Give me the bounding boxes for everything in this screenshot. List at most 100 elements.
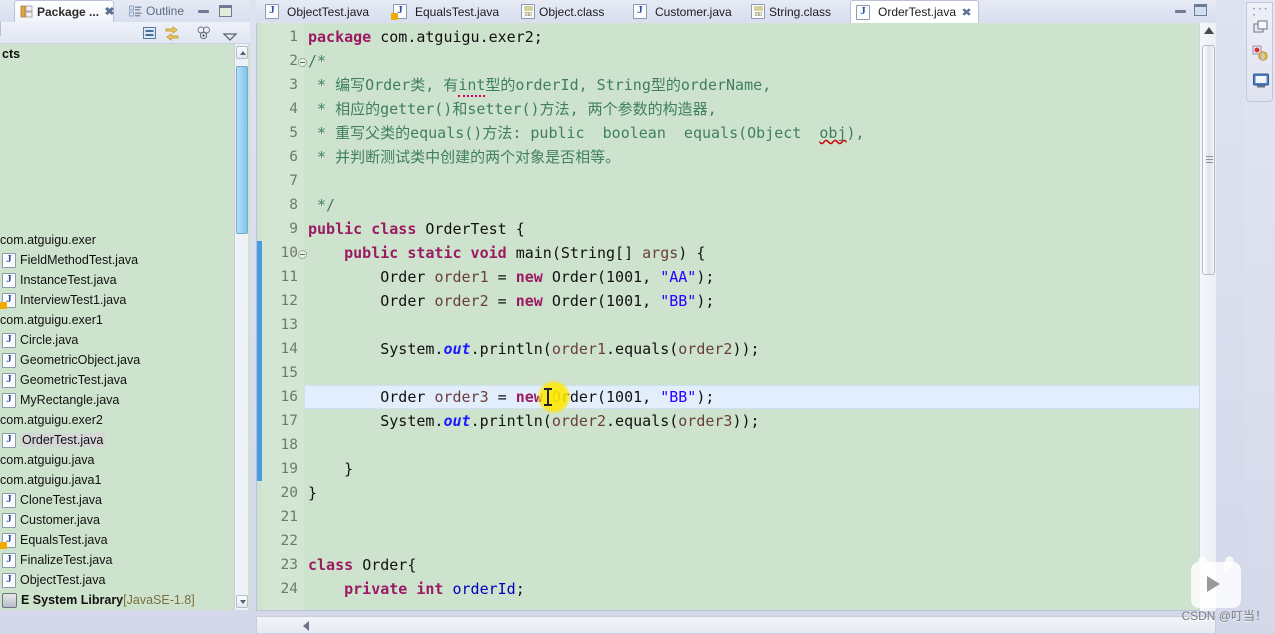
java-file-icon [2,492,16,508]
left-panel-maximize-button[interactable] [218,4,233,18]
tree-row-file[interactable]: OrderTest.java [0,430,250,450]
tree-row-file[interactable]: FieldMethodTest.java [0,250,250,270]
close-icon[interactable]: ✖ [104,5,115,18]
code-line[interactable]: public class OrderTest { [304,217,1215,241]
perspective-toolbar: • • • • [1244,0,1275,634]
editor-scroll-thumb[interactable] [1202,45,1215,275]
code-editor[interactable]: 1 2 3 4 5 6 7 8 9 10 11 12 13 14 15 16 17 18 19 20 21 22 23 24 … [256,23,1216,611]
tree-row-file[interactable]: ObjectTest.java [0,570,250,590]
tree-row-file[interactable]: GeometricObject.java [0,350,250,370]
tree-row-projects-root[interactable]: cts [0,44,250,64]
close-icon[interactable]: ✖ [961,6,972,19]
editor-minimize-button[interactable] [1173,4,1188,18]
code-line[interactable]: private int orderId; [304,577,1215,601]
code-line[interactable]: package com.atguigu.exer2; [304,25,1215,49]
code-line[interactable]: public static void main(String[] args) { [304,241,1215,265]
tree-scroll-thumb[interactable] [236,66,248,234]
tab-outline-label: Outline [146,4,185,18]
code-token: ); [696,268,715,286]
editor-tab-object-class[interactable]: Object.class [516,1,611,22]
code-token: out [443,412,471,430]
editor-tabbar: ObjectTest.java EqualsTest.java Object.cla… [256,0,1216,23]
code-token: 1001 [606,268,643,286]
line-number: 3 [289,77,298,93]
line-number: 19 [280,461,298,477]
view-filters-icon[interactable] [196,25,212,41]
tree-scroll-up-button[interactable] [236,46,248,59]
code-line[interactable] [304,529,1215,553]
tree-row-file[interactable]: Customer.java [0,510,250,530]
code-line[interactable]: * 相应的getter()和setter()方法, 两个参数的构造器, [304,97,1215,121]
package-explorer-toolbar [0,22,250,44]
editor-horizontal-scrollbar[interactable] [256,616,1216,634]
code-line[interactable]: * 编写Order类, 有int型的orderId, String型的order… [304,73,1215,97]
code-line[interactable] [304,505,1215,529]
collapse-all-icon[interactable] [142,25,158,41]
code-line[interactable]: } [304,457,1215,481]
code-token: order2 [551,412,607,430]
tree-row-file[interactable]: InstanceTest.java [0,270,250,290]
left-panel-minimize-button[interactable] [196,4,211,18]
java-file-icon [265,4,279,19]
editor-maximize-button[interactable] [1193,3,1208,17]
java-ee-perspective-icon[interactable] [1252,45,1270,63]
tab-package-explorer[interactable]: Package ... ✖ [14,0,115,22]
tree-row-package[interactable]: com.atguigu.java [0,450,250,470]
code-line[interactable]: Order order1 = new Order(1001, "AA"); [304,265,1215,289]
java-perspective-icon[interactable] [1252,71,1270,89]
editor-tab-ordertest-java[interactable]: OrderTest.java ✖ [850,0,980,23]
code-text[interactable]: package com.atguigu.exer2; /* * 编写Order类,… [304,23,1215,610]
tree-row-file[interactable]: InterviewTest1.java [0,290,250,310]
code-line[interactable]: /* [304,49,1215,73]
tree-item-label: GeometricTest.java [20,373,127,387]
view-menu-icon[interactable] [222,29,238,41]
tree-row-package[interactable]: com.atguigu.exer2 [0,410,250,430]
code-line[interactable] [304,361,1215,385]
line-number: 11 [280,269,298,285]
code-token: .println( [470,340,552,358]
editor-tab-objecttest-java[interactable]: ObjectTest.java [260,1,376,22]
line-number-gutter[interactable]: 1 2 3 4 5 6 7 8 9 10 11 12 13 14 15 16 17 18 19 20 21 22 23 24 [262,23,307,610]
code-token: Order [308,388,435,406]
project-tree[interactable]: cts com.atguigu.exer FieldMethodTest.java… [0,44,250,610]
code-line[interactable] [304,433,1215,457]
tree-row-file[interactable]: Circle.java [0,330,250,350]
code-line[interactable]: } [304,481,1215,505]
tree-row-library[interactable]: E System Library [JavaSE-1.8] [0,590,250,610]
code-line[interactable] [304,313,1215,337]
tree-row-package[interactable]: com.atguigu.exer [0,230,250,250]
tree-scrollbar[interactable] [234,44,248,610]
java-file-icon [2,252,16,268]
editor-tab-string-class[interactable]: String.class [746,1,838,22]
code-line[interactable] [304,169,1215,193]
editor-vertical-scrollbar[interactable] [1199,23,1216,611]
code-line[interactable]: */ [304,193,1215,217]
tree-row-file[interactable]: EqualsTest.java [0,530,250,550]
link-with-editor-icon[interactable] [164,25,180,41]
left-panel-tabbar: Package ... ✖ Outline [0,0,250,22]
java-file-icon [2,552,16,568]
code-token: ), [846,124,865,142]
code-line[interactable]: System.out.println(order2.equals(order3)… [304,409,1215,433]
tree-row-file[interactable]: MyRectangle.java [0,390,250,410]
text-cursor-icon [543,388,552,406]
code-line[interactable]: Order order2 = new Order(1001, "BB"); [304,289,1215,313]
tree-row-file[interactable]: FinalizeTest.java [0,550,250,570]
code-line[interactable]: * 并判断测试类中创建的两个对象是否相等。 [304,145,1215,169]
tree-scroll-down-button[interactable] [236,595,248,608]
restore-perspective-icon[interactable] [1252,19,1270,37]
tree-row-file[interactable]: CloneTest.java [0,490,250,510]
tree-row-file[interactable]: GeometricTest.java [0,370,250,390]
code-line[interactable]: Order order3 = new Order(1001, "BB"); [304,385,1215,409]
code-line[interactable]: class Order{ [304,553,1215,577]
editor-tab-equalstest-java[interactable]: EqualsTest.java [388,1,506,22]
tree-item-label: com.atguigu.exer2 [0,413,103,427]
tree-row-package[interactable]: com.atguigu.java1 [0,470,250,490]
scroll-up-icon[interactable] [1204,27,1214,34]
tree-row-package[interactable]: com.atguigu.exer1 [0,310,250,330]
scroll-left-icon[interactable] [303,621,309,631]
tree-item-label: InstanceTest.java [20,273,117,287]
code-line[interactable]: System.out.println(order1.equals(order2)… [304,337,1215,361]
code-line[interactable]: * 重写父类的equals()方法: public boolean equals… [304,121,1215,145]
editor-tab-customer-java[interactable]: Customer.java [628,1,739,22]
